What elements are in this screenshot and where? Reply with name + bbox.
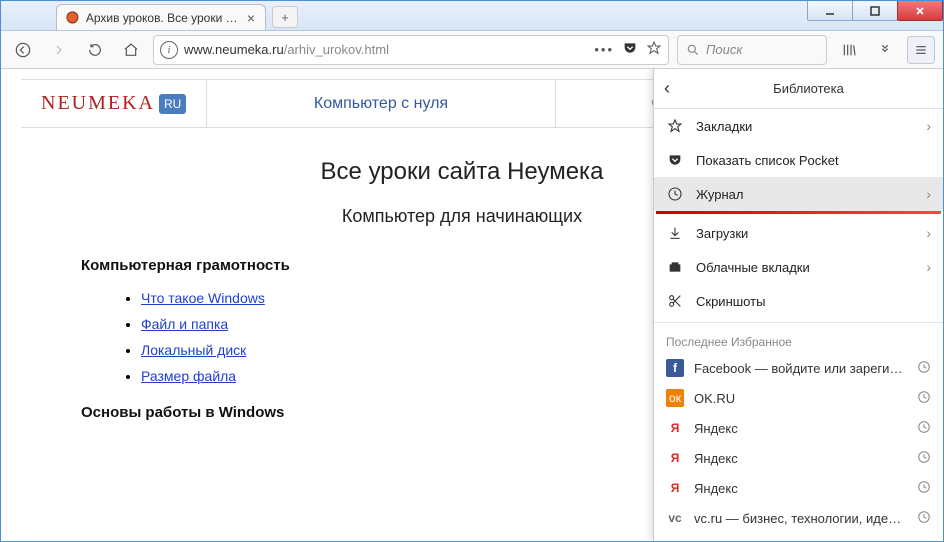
panel-item-download[interactable]: Загрузки › [654,216,943,250]
history-icon [917,420,931,437]
site-logo[interactable]: NEUMEKA RU [21,80,206,127]
panel-item-label: Журнал [696,187,914,202]
panel-item-label: Загрузки [696,226,914,241]
panel-item-label: Показать список Pocket [696,153,931,168]
history-icon [917,390,931,407]
maximize-button[interactable] [852,1,898,21]
panel-title: Библиотека [684,81,933,96]
panel-separator [654,322,943,323]
content-area: NEUMEKA RU Компьютер с нуля Обучение Инт… [1,69,943,541]
lesson-link[interactable]: Размер файла [141,368,236,384]
library-button[interactable] [835,36,863,64]
tab-strip: Архив уроков. Все уроки сайт × + [1,0,298,30]
nav-item-0[interactable]: Компьютер с нуля [206,80,554,127]
home-button[interactable] [117,36,145,64]
recent-item[interactable]: ЯЯндекс [654,413,943,443]
panel-item-pocket[interactable]: Показать список Pocket [654,143,943,177]
minimize-button[interactable] [807,1,853,21]
lesson-link[interactable]: Локальный диск [141,342,246,358]
panel-item-label: Скриншоты [696,294,931,309]
panel-item-star[interactable]: Закладки › [654,109,943,143]
new-tab-button[interactable]: + [272,6,298,28]
pocket-icon [666,152,684,168]
recent-item-label: Яндекс [694,481,907,496]
recent-item-label: Яндекс [694,421,907,436]
page-actions-icon[interactable]: ••• [594,42,614,57]
recent-item[interactable]: ЯЯндекс [654,443,943,473]
highlight-underline [656,211,941,214]
download-icon [666,225,684,241]
forward-button[interactable] [45,36,73,64]
star-icon [666,118,684,134]
overflow-button[interactable] [871,36,899,64]
recent-title: Последнее Избранное [654,327,943,353]
menu-button[interactable] [907,36,935,64]
panel-item-clock[interactable]: Журнал › [654,177,943,211]
recent-item[interactable]: ЯЯндекс [654,473,943,503]
history-icon [917,450,931,467]
panel-item-label: Облачные вкладки [696,260,914,275]
chevron-right-icon: › [926,259,931,275]
titlebar: Архив уроков. Все уроки сайт × + [1,1,943,31]
recent-item-label: Facebook — войдите или зарегистри... [694,361,907,376]
chevron-right-icon: › [926,186,931,202]
tab-close-icon[interactable]: × [245,10,257,26]
history-icon [917,480,931,497]
panel-items: Закладки›Показать список PocketЖурнал›За… [654,109,943,318]
recent-item-label: Яндекс [694,451,907,466]
panel-item-cloud-tabs[interactable]: Облачные вкладки › [654,250,943,284]
url-bar[interactable]: i www.neumeka.ru/arhiv_urokov.html ••• [153,35,669,65]
history-icon [917,360,931,377]
chevron-right-icon: › [926,225,931,241]
lesson-link[interactable]: Что такое Windows [141,290,265,306]
close-button[interactable] [897,1,943,21]
tab-title: Архив уроков. Все уроки сайт [86,11,239,25]
panel-header: ‹ Библиотека [654,69,943,109]
recent-item[interactable]: окOK.RU [654,383,943,413]
toolbar: i www.neumeka.ru/arhiv_urokov.html ••• П… [1,31,943,69]
chevron-right-icon: › [926,118,931,134]
lesson-link[interactable]: Файл и папка [141,316,228,332]
panel-item-scissors[interactable]: Скриншоты [654,284,943,318]
clock-icon [666,186,684,202]
pocket-icon[interactable] [622,40,638,59]
window-controls [808,1,943,21]
bookmark-star-icon[interactable] [646,40,662,59]
site-info-icon[interactable]: i [160,41,178,59]
url-actions: ••• [594,40,662,59]
panel-item-label: Закладки [696,119,914,134]
scissors-icon [666,293,684,309]
reload-button[interactable] [81,36,109,64]
tab-favicon [65,10,80,26]
recent-item[interactable]: fFacebook — войдите или зарегистри... [654,353,943,383]
library-panel: ‹ Библиотека Закладки › Показать список Po… [653,69,943,541]
recent-item[interactable]: vcvc.ru — бизнес, технологии, идеи, мо..… [654,503,943,533]
history-icon [917,510,931,527]
recent-item-label: vc.ru — бизнес, технологии, идеи, мо... [694,511,907,526]
browser-window: Архив уроков. Все уроки сайт × + i www.n… [0,0,944,542]
cloud-tabs-icon [666,259,684,275]
recent-item-label: OK.RU [694,391,907,406]
url-text: www.neumeka.ru/arhiv_urokov.html [184,42,588,57]
back-button[interactable] [9,36,37,64]
recent-items: fFacebook — войдите или зарегистри...окO… [654,353,943,533]
search-box[interactable]: Поиск [677,35,827,65]
tab-active[interactable]: Архив уроков. Все уроки сайт × [56,4,266,30]
panel-back-button[interactable]: ‹ [664,78,684,99]
search-placeholder: Поиск [706,42,743,57]
